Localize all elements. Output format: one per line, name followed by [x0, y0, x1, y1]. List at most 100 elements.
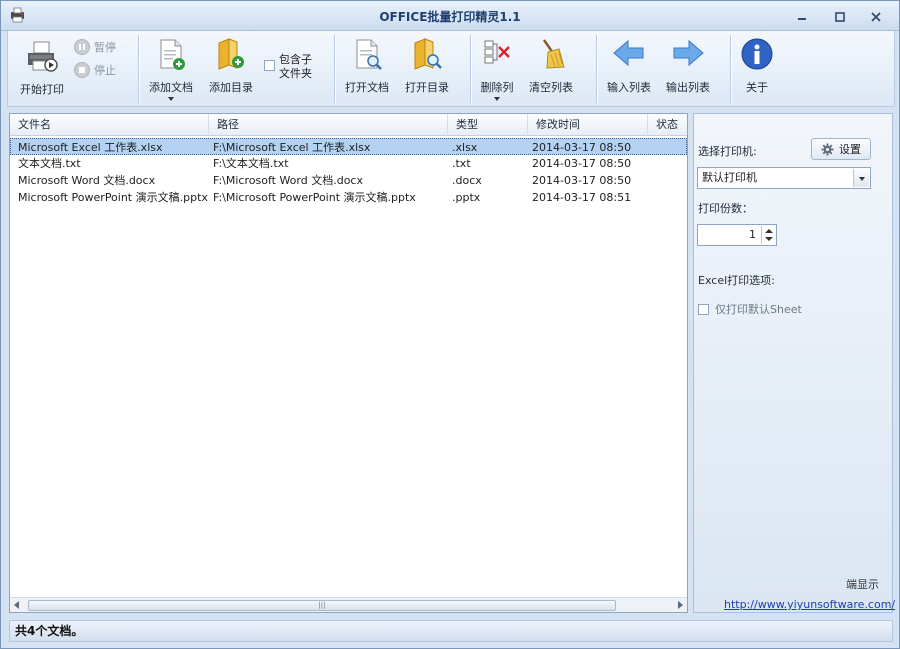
- open-document-label: 打开文档: [345, 81, 389, 94]
- scroll-left-icon[interactable]: [14, 601, 19, 609]
- open-directory-label: 打开目录: [405, 81, 449, 94]
- toolbar: 开始打印 暂停 停止 添加文档 添加目录 包含子 文件夹 打开文档 打开目录 删…: [7, 31, 895, 107]
- table-row[interactable]: Microsoft PowerPoint 演示文稿.pptx F:\Micros…: [10, 189, 687, 206]
- copies-value: 1: [749, 228, 756, 241]
- close-icon: [871, 12, 881, 22]
- chevron-up-icon[interactable]: [765, 229, 773, 233]
- printer-icon: [28, 41, 58, 72]
- stop-label: 停止: [94, 64, 116, 77]
- only-default-sheet-check[interactable]: [698, 303, 709, 315]
- app-window: OFFICE批量打印精灵1.1 开始打印 暂停 停止 添加文档 添加目录 包含子…: [0, 0, 900, 649]
- cell-modified: 2014-03-17 08:51: [532, 191, 632, 204]
- include-subfolder-checkbox[interactable]: 包含子 文件夹: [264, 53, 312, 81]
- settings-button-label: 设置: [839, 143, 861, 156]
- printer-label: 选择打印机:: [698, 145, 757, 158]
- cell-modified: 2014-03-17 08:50: [532, 141, 632, 154]
- stop-icon: [74, 62, 90, 78]
- printer-settings-button[interactable]: 设置: [811, 138, 871, 160]
- start-print-label: 开始打印: [20, 83, 64, 96]
- ad-caption: 端显示: [846, 578, 879, 591]
- stop-button[interactable]: 停止: [74, 62, 116, 78]
- toolbar-separator: [470, 35, 471, 103]
- file-list[interactable]: 文件名 路径 类型 修改时间 状态 Microsoft Excel 工作表.xl…: [9, 113, 688, 613]
- toolbar-separator: [730, 35, 731, 103]
- add-directory-label: 添加目录: [209, 81, 253, 94]
- status-bar: 共4个文档。: [9, 620, 893, 642]
- maximize-button[interactable]: [829, 9, 851, 25]
- table-row[interactable]: 文本文档.txt F:\文本文档.txt .txt 2014-03-17 08:…: [10, 155, 687, 172]
- close-button[interactable]: [865, 9, 887, 25]
- status-text: 共4个文档。: [15, 624, 84, 638]
- printer-select[interactable]: 默认打印机: [697, 167, 871, 189]
- column-header-type[interactable]: 类型: [448, 114, 528, 136]
- copies-label: 打印份数：: [698, 202, 753, 215]
- export-list-button[interactable]: 输出列表: [663, 37, 713, 95]
- cell-path: F:\Microsoft Excel 工作表.xlsx: [213, 141, 371, 154]
- pause-label: 暂停: [94, 41, 116, 54]
- table-row[interactable]: Microsoft Word 文档.docx F:\Microsoft Word…: [10, 172, 687, 189]
- minimize-icon: [798, 18, 806, 20]
- add-document-label: 添加文档: [149, 81, 193, 94]
- arrow-right-icon: [673, 39, 704, 67]
- cell-path: F:\文本文档.txt: [213, 157, 289, 170]
- include-subfolder-label-2: 文件夹: [279, 67, 312, 80]
- stepper-buttons[interactable]: [761, 226, 775, 244]
- horizontal-scrollbar[interactable]: |||: [10, 597, 687, 612]
- delete-column-dropdown-icon[interactable]: [494, 97, 500, 101]
- maximize-icon: [835, 12, 845, 22]
- pause-icon: [74, 39, 90, 55]
- minimize-button[interactable]: [791, 9, 813, 25]
- column-header-modified[interactable]: 修改时间: [528, 114, 648, 136]
- open-document-button[interactable]: 打开文档: [342, 37, 392, 95]
- import-list-label: 输入列表: [607, 81, 651, 94]
- cell-path: F:\Microsoft Word 文档.docx: [213, 174, 363, 187]
- delete-column-button[interactable]: 删除列: [476, 37, 518, 101]
- open-directory-button[interactable]: 打开目录: [402, 37, 452, 95]
- include-subfolder-check[interactable]: [264, 60, 275, 71]
- table-row[interactable]: Microsoft Excel 工作表.xlsx F:\Microsoft Ex…: [10, 138, 687, 155]
- copies-stepper[interactable]: 1: [697, 224, 777, 246]
- cell-type: .xlsx: [452, 141, 478, 154]
- add-document-icon: [160, 39, 185, 70]
- open-document-icon: [356, 39, 382, 70]
- arrow-left-icon: [613, 39, 644, 67]
- cell-type: .docx: [452, 174, 482, 187]
- clear-list-label: 清空列表: [529, 81, 573, 94]
- only-default-sheet-label: 仅打印默认Sheet: [715, 303, 802, 316]
- about-label: 关于: [746, 81, 768, 94]
- scrollbar-thumb[interactable]: |||: [28, 600, 616, 611]
- add-directory-button[interactable]: 添加目录: [206, 37, 256, 95]
- only-default-sheet-checkbox[interactable]: 仅打印默认Sheet: [698, 301, 802, 317]
- toolbar-separator: [138, 35, 139, 103]
- chevron-down-icon[interactable]: [853, 169, 869, 187]
- delete-column-icon: [484, 40, 510, 64]
- add-document-dropdown-icon[interactable]: [168, 97, 174, 101]
- cell-name: Microsoft Excel 工作表.xlsx: [18, 141, 163, 154]
- column-header-status[interactable]: 状态: [648, 114, 687, 136]
- title-bar[interactable]: OFFICE批量打印精灵1.1: [1, 1, 899, 31]
- cell-modified: 2014-03-17 08:50: [532, 174, 632, 187]
- start-print-button[interactable]: 开始打印: [16, 39, 68, 97]
- scroll-right-icon[interactable]: [678, 601, 683, 609]
- window-title: OFFICE批量打印精灵1.1: [379, 10, 521, 24]
- excel-options-label: Excel打印选项:: [698, 274, 775, 287]
- cell-name: Microsoft Word 文档.docx: [18, 174, 156, 187]
- pause-button[interactable]: 暂停: [74, 39, 116, 55]
- about-button[interactable]: 关于: [736, 37, 778, 95]
- toolbar-separator: [596, 35, 597, 103]
- add-document-button[interactable]: 添加文档: [146, 37, 196, 101]
- clear-list-button[interactable]: 清空列表: [526, 37, 576, 95]
- column-header-name[interactable]: 文件名: [10, 114, 209, 136]
- cell-modified: 2014-03-17 08:50: [532, 157, 632, 170]
- import-list-button[interactable]: 输入列表: [604, 37, 654, 95]
- cell-name: Microsoft PowerPoint 演示文稿.pptx: [18, 191, 208, 204]
- cell-path: F:\Microsoft PowerPoint 演示文稿.pptx: [213, 191, 416, 204]
- add-folder-icon: [218, 38, 244, 70]
- column-header-path[interactable]: 路径: [209, 114, 448, 136]
- website-link[interactable]: http://www.yiyunsoftware.com/: [724, 598, 895, 611]
- chevron-down-icon[interactable]: [765, 237, 773, 241]
- gear-icon: [821, 142, 834, 156]
- delete-column-label: 删除列: [480, 81, 514, 94]
- export-list-label: 输出列表: [666, 81, 710, 94]
- include-subfolder-label-1: 包含子: [279, 53, 312, 66]
